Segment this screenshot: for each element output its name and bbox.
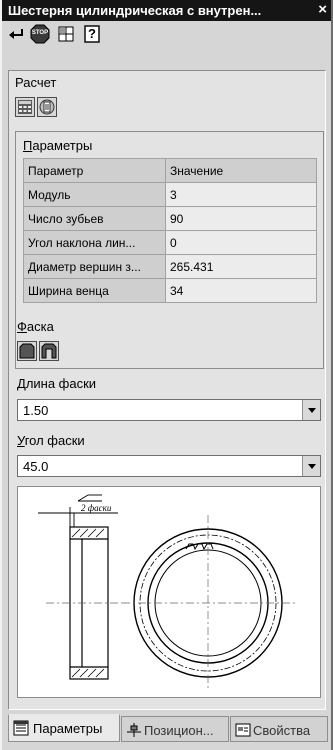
calc-label: Расчет — [15, 75, 57, 90]
close-button[interactable]: × — [318, 1, 327, 19]
table-row[interactable]: Диаметр вершин з... 265.431 — [23, 254, 317, 279]
chamfer-length-text: лина фаски — [25, 376, 97, 391]
column-header-parameter[interactable]: Параметр — [23, 158, 166, 183]
properties-window: Шестерня цилиндрическая с внутрен... × S… — [0, 0, 333, 750]
chevron-down-icon[interactable] — [302, 400, 320, 420]
chamfer-angle-hotkey: У — [17, 433, 25, 448]
row-name: Угол наклона лин... — [23, 230, 166, 255]
help-icon[interactable]: ? — [82, 24, 102, 44]
table-row[interactable]: Ширина венца 34 — [23, 278, 317, 303]
list-icon — [13, 720, 29, 736]
row-name: Диаметр вершин з... — [23, 254, 166, 279]
row-value[interactable]: 265.431 — [165, 254, 317, 279]
gear-preview: 2 фаски — [17, 486, 321, 698]
position-icon — [126, 722, 142, 738]
row-value[interactable]: 3 — [165, 182, 317, 207]
row-name: Ширина венца — [23, 278, 166, 303]
chamfer-label-text: аска — [26, 319, 54, 334]
row-name: Модуль — [23, 182, 166, 207]
tab-label: Позицион... — [144, 723, 214, 738]
gear-drawing-icon: 2 фаски — [38, 494, 296, 691]
parameters-title-hotkey: П — [23, 138, 33, 153]
tab-label: Свойства — [253, 723, 311, 738]
chevron-down-icon[interactable] — [302, 456, 320, 476]
calculator-icon[interactable] — [15, 97, 35, 117]
tab-properties[interactable]: Свойства — [230, 716, 328, 742]
chamfer-angle-text: гол фаски — [24, 433, 85, 448]
row-value[interactable]: 0 — [165, 230, 317, 255]
chamfer-label-hotkey: Ф — [17, 319, 27, 334]
title-bar[interactable]: Шестерня цилиндрическая с внутрен... × — [2, 0, 331, 21]
window-title: Шестерня цилиндрическая с внутрен... — [8, 3, 262, 18]
chamfer-angle-value[interactable]: 45.0 — [23, 459, 48, 474]
grid-icon[interactable] — [56, 24, 76, 44]
chamfer-label: Фаска — [17, 319, 54, 334]
table-row[interactable]: Угол наклона лин... 0 — [23, 230, 317, 255]
chamfer-length-label: Длина фаски — [17, 376, 96, 391]
row-name: Число зубьев — [23, 206, 166, 231]
parameters-title-text: араметры — [32, 138, 93, 153]
stop-icon[interactable]: STOP — [30, 24, 50, 44]
chamfer-angle-label: Угол фаски — [17, 433, 85, 448]
stop-label: STOP — [31, 30, 49, 36]
chamfer-inner-icon[interactable] — [39, 341, 59, 361]
row-value[interactable]: 34 — [165, 278, 317, 303]
document-icon[interactable] — [37, 97, 57, 117]
chamfer-length-hotkey: Д — [17, 376, 26, 391]
parameters-group: Параметры Параметр Значение Модуль 3 Чис… — [15, 131, 324, 369]
parameters-table: Параметр Значение Модуль 3 Число зубьев … — [23, 158, 317, 303]
properties-icon — [235, 722, 251, 738]
callout-text: 2 фаски — [81, 503, 112, 513]
enter-icon[interactable] — [6, 24, 26, 44]
chamfer-length-value[interactable]: 1.50 — [23, 403, 48, 418]
bottom-tabs: Параметры Позицион... Свойства — [8, 714, 328, 744]
tab-positioning[interactable]: Позицион... — [121, 716, 229, 742]
tab-parameters[interactable]: Параметры — [8, 714, 120, 742]
row-value[interactable]: 90 — [165, 206, 317, 231]
tab-label: Параметры — [33, 721, 103, 736]
table-row[interactable]: Число зубьев 90 — [23, 206, 317, 231]
table-row[interactable]: Модуль 3 — [23, 182, 317, 207]
chamfer-outer-icon[interactable] — [17, 341, 37, 361]
toolbar: STOP ? — [6, 23, 326, 45]
chamfer-angle-combobox[interactable]: 45.0 — [17, 455, 321, 477]
help-label: ? — [88, 26, 96, 41]
parameters-group-title: Параметры — [23, 138, 92, 153]
table-header-row: Параметр Значение — [23, 158, 317, 183]
parameters-panel: Расчет Параметры Параметр Значение Модул… — [8, 70, 326, 710]
chamfer-length-combobox[interactable]: 1.50 — [17, 399, 321, 421]
column-header-value[interactable]: Значение — [165, 158, 317, 183]
